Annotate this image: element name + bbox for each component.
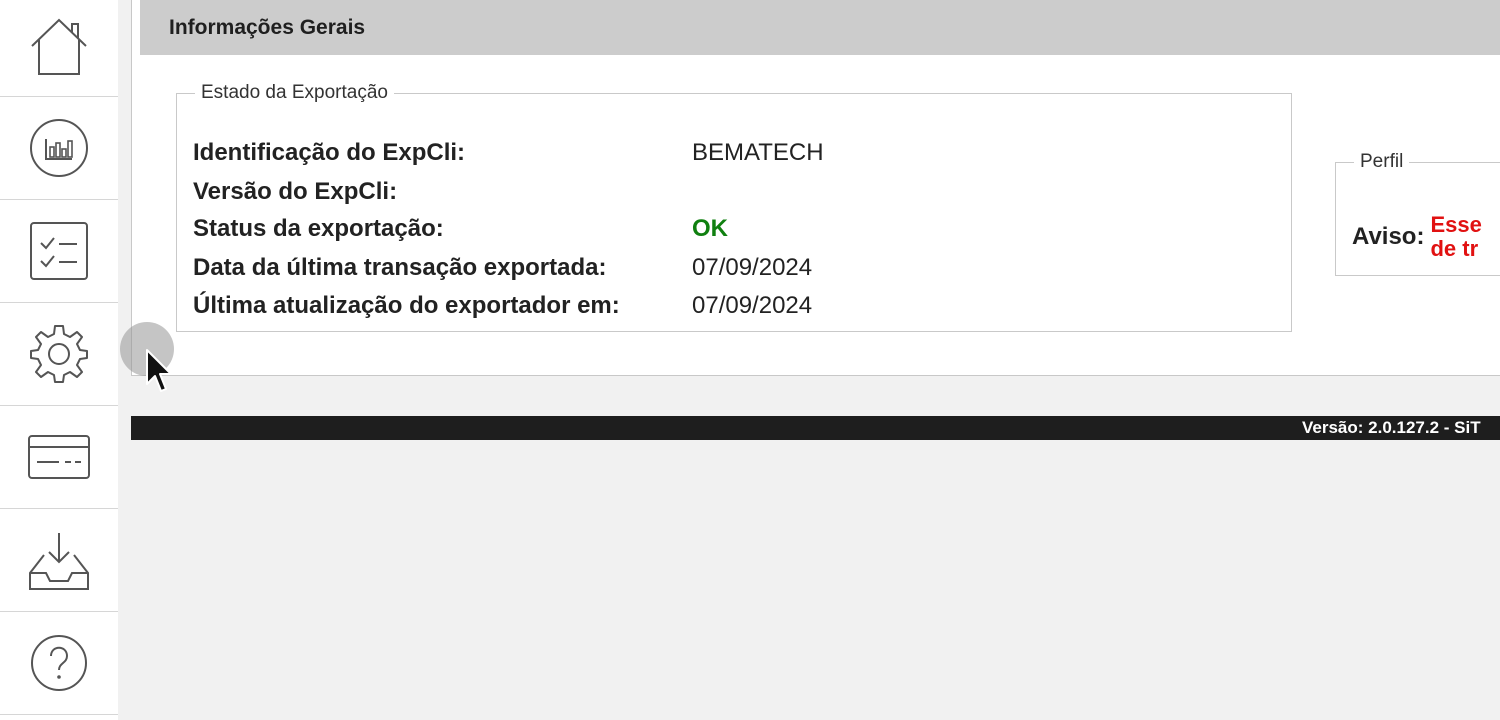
profile-group: Perfil Aviso: Esse de tr: [1335, 151, 1500, 276]
export-status-legend: Estado da Exportação: [201, 82, 388, 103]
profile-legend: Perfil: [1360, 151, 1404, 172]
info-row-export-status: Status da exportação: OK: [193, 210, 824, 249]
chart-icon: [30, 119, 88, 177]
warning-row: Aviso: Esse de tr: [1352, 213, 1482, 261]
info-value: 07/09/2024: [692, 292, 813, 320]
download-tray-icon: [29, 533, 89, 590]
panel-title: Informações Gerais: [140, 0, 1500, 55]
warning-label: Aviso:: [1352, 223, 1425, 250]
sidebar-item-reports[interactable]: [0, 97, 118, 200]
info-label: Status da exportação:: [193, 215, 444, 243]
sidebar-item-tasks[interactable]: [0, 200, 118, 303]
info-label: Data da última transação exportada:: [193, 253, 607, 281]
version-text: Versão: 2.0.127.2 - SiT: [1302, 418, 1481, 437]
info-row-expcli-version: Versão do ExpCli:: [193, 174, 824, 210]
version-bar: Versão: 2.0.127.2 - SiT: [131, 416, 1500, 440]
info-value: 07/09/2024: [692, 253, 813, 281]
info-row-last-transaction: Data da última transação exportada: 07/0…: [193, 249, 824, 288]
sidebar-item-export[interactable]: [0, 509, 118, 612]
sidebar: [0, 0, 118, 720]
home-icon: [31, 18, 87, 75]
help-icon: [31, 635, 87, 691]
export-status-group: Estado da Exportação Identificação do Ex…: [176, 82, 1292, 332]
info-row-expcli-id: Identificação do ExpCli: BEMATECH: [193, 132, 824, 174]
info-row-last-update: Última atualização do exportador em: 07/…: [193, 287, 824, 326]
status-badge: OK: [692, 215, 728, 243]
info-label: Última atualização do exportador em:: [193, 292, 620, 320]
info-value: BEMATECH: [692, 139, 824, 166]
sidebar-item-settings[interactable]: [0, 303, 118, 406]
warning-message-line: de tr: [1430, 236, 1479, 261]
sidebar-item-help[interactable]: [0, 612, 118, 715]
mouse-pointer-icon: [146, 349, 172, 392]
info-label: Identificação do ExpCli:: [193, 139, 466, 166]
info-label: Versão do ExpCli:: [193, 178, 398, 205]
card-icon: [28, 435, 90, 479]
warning-message-line: Esse: [1430, 212, 1482, 237]
export-status-rows: Identificação do ExpCli: BEMATECH Versão…: [193, 132, 824, 326]
sidebar-item-payments[interactable]: [0, 406, 118, 509]
gear-icon: [30, 325, 88, 383]
warning-message: Esse de tr: [1430, 213, 1481, 261]
general-info-panel: Informações Gerais Estado da Exportação …: [131, 0, 1500, 376]
sidebar-item-home[interactable]: [0, 0, 118, 97]
checklist-icon: [30, 222, 88, 280]
